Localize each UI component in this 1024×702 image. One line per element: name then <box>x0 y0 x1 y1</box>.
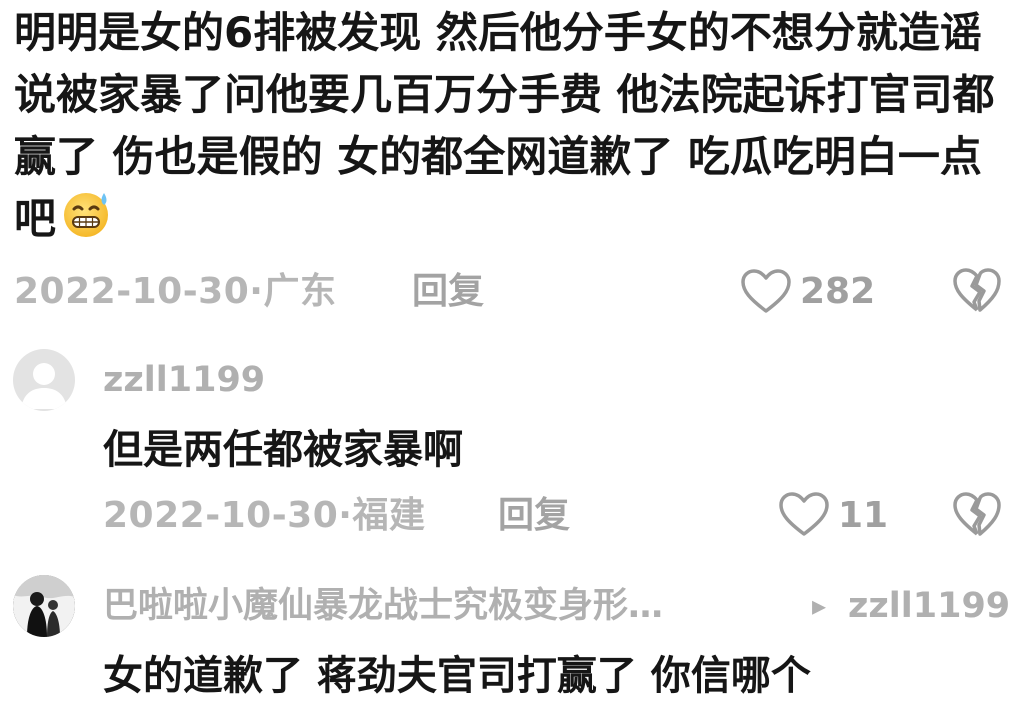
heart-outline-icon <box>741 269 791 313</box>
main-comment-reply-button[interactable]: 回复 <box>412 270 484 314</box>
photo-avatar-icon <box>13 575 75 637</box>
reply-2-text: 女的道歉了 蒋劲夫官司打赢了 你信哪个 <box>103 653 811 699</box>
reply-1-dislike-button[interactable] <box>952 492 1002 538</box>
main-comment-like-button[interactable] <box>740 269 792 315</box>
reply-2-avatar[interactable] <box>13 575 75 637</box>
broken-heart-icon <box>953 268 1001 312</box>
reply-1-like-button[interactable] <box>778 492 830 538</box>
reply-1-username[interactable]: zzll1199 <box>103 358 265 402</box>
reply-1-text: 但是两任都被家暴啊 <box>103 427 463 473</box>
reply-1-like-count: 11 <box>838 495 889 536</box>
reply-to-arrow-icon: ▸ <box>812 589 827 622</box>
reply-1-date-location: 2022-10-30·福建 <box>103 495 426 536</box>
heart-outline-icon <box>779 492 829 536</box>
broken-heart-icon <box>953 492 1001 536</box>
reply-1-avatar[interactable] <box>13 349 75 411</box>
reply-2-reply-to-username[interactable]: zzll1199 <box>848 584 1010 628</box>
main-comment-dislike-button[interactable] <box>952 268 1002 314</box>
reply-2-username[interactable]: 巴啦啦小魔仙暴龙战士究极变身形… <box>103 584 663 628</box>
reply-1-reply-button[interactable]: 回复 <box>498 494 570 538</box>
main-comment-like-count: 282 <box>800 271 876 312</box>
main-comment-body: 明明是女的6排被发现 然后他分手女的不想分就造谣说被家暴了问他要几百万分手费 他… <box>14 8 995 243</box>
sweat-grin-emoji-icon <box>62 189 112 256</box>
main-comment-date-location: 2022-10-30·广东 <box>14 271 337 312</box>
main-comment-text: 明明是女的6排被发现 然后他分手女的不想分就造谣说被家暴了问他要几百万分手费 他… <box>14 2 1014 256</box>
default-user-avatar-icon <box>21 363 67 409</box>
